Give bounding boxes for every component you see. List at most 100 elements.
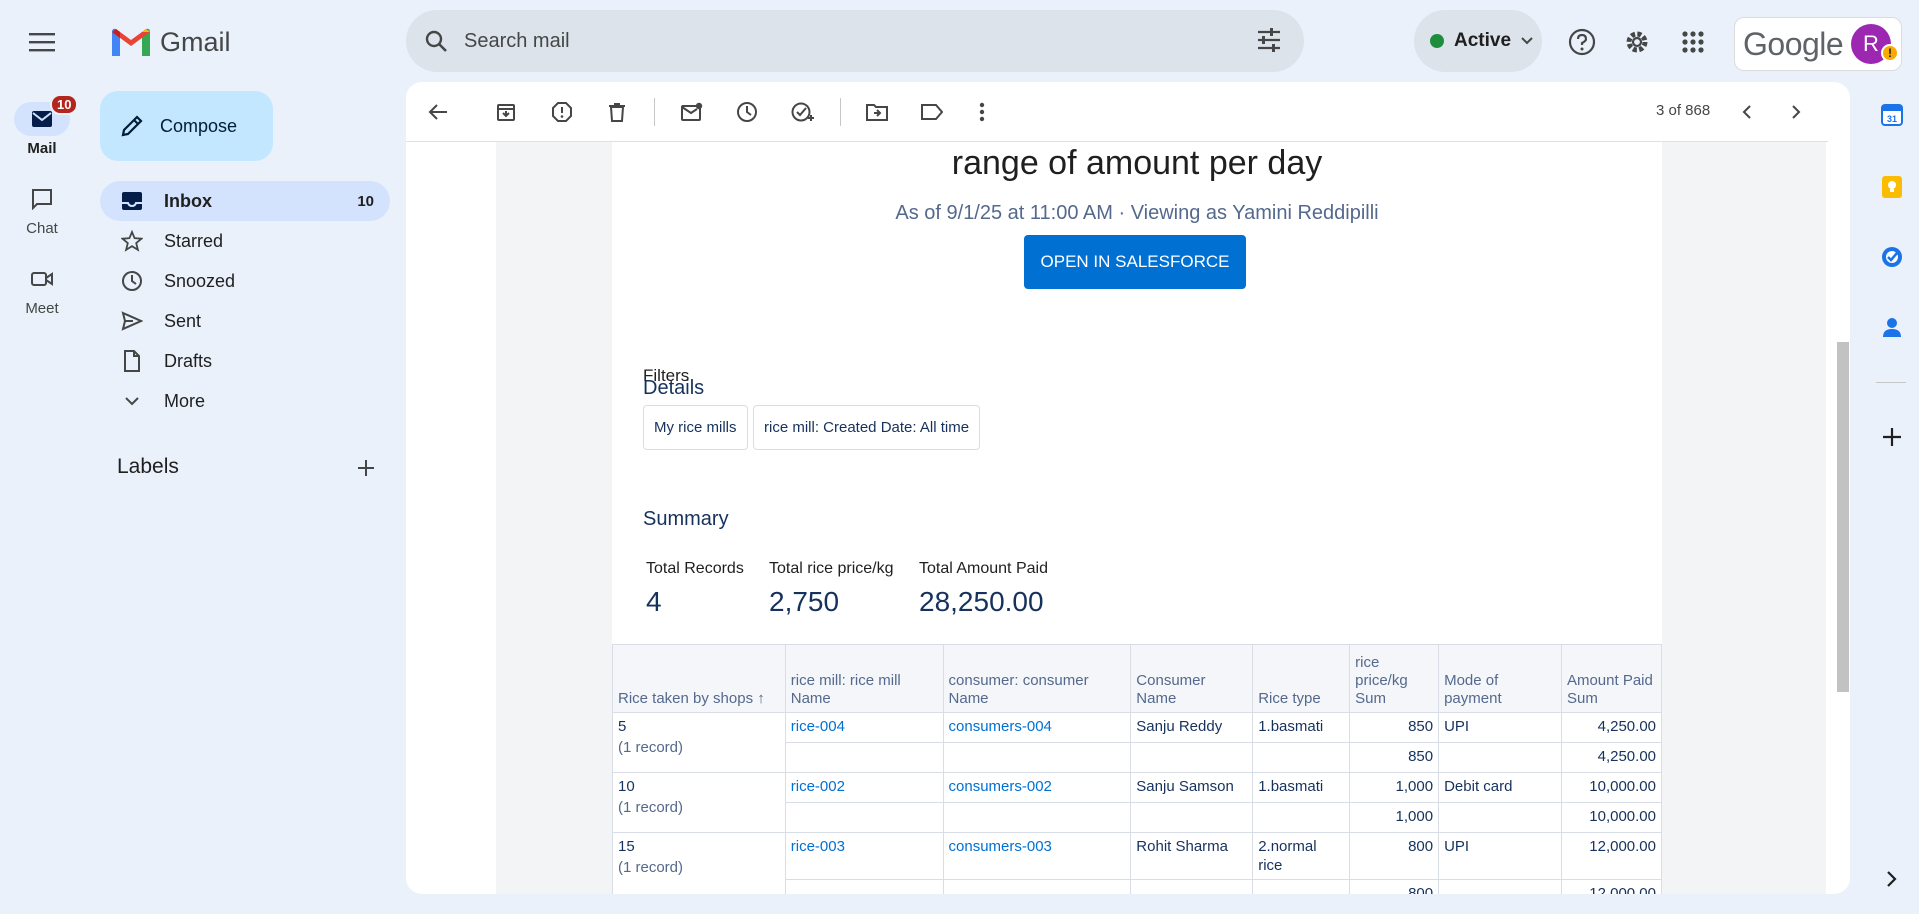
add-to-tasks-icon[interactable] xyxy=(787,96,819,128)
create-label-icon[interactable] xyxy=(352,454,380,487)
mill-link[interactable]: rice-002 xyxy=(791,778,845,795)
main-menu-icon[interactable] xyxy=(22,22,62,62)
nav-item-inbox[interactable]: Inbox 10 xyxy=(100,181,390,221)
subtotal-price-cell: 800 xyxy=(1349,879,1440,894)
newer-chevron-left-icon[interactable] xyxy=(1731,96,1763,128)
empty-cell xyxy=(942,742,1132,773)
inbox-icon xyxy=(120,191,144,211)
column-header[interactable]: Amount Paid Sum xyxy=(1560,644,1663,713)
amount-cell: 4,250.00 xyxy=(1560,712,1663,743)
column-header[interactable]: rice mill: rice mill Name xyxy=(784,644,944,713)
back-arrow-icon[interactable] xyxy=(422,96,454,128)
contacts-icon[interactable] xyxy=(1879,314,1905,340)
archive-icon[interactable] xyxy=(490,96,522,128)
column-header[interactable]: Consumer Name xyxy=(1130,644,1254,713)
empty-cell xyxy=(1130,742,1254,773)
google-wordmark: Google xyxy=(1743,25,1844,62)
rail-label-meet: Meet xyxy=(25,300,59,317)
consumer-name-cell: Sanju Samson xyxy=(1130,772,1254,803)
nav-item-sent[interactable]: Sent xyxy=(100,301,390,341)
column-header[interactable]: rice price/kg Sum xyxy=(1349,644,1440,713)
mill-link[interactable]: rice-004 xyxy=(791,718,845,735)
search-bar[interactable]: Search mail xyxy=(406,10,1304,72)
video-camera-icon xyxy=(31,272,53,286)
snooze-clock-icon[interactable] xyxy=(731,96,763,128)
rice-type-cell: 1.basmati xyxy=(1252,772,1351,803)
rail-item-chat[interactable]: Chat xyxy=(0,182,84,237)
consumer-link[interactable]: consumers-002 xyxy=(949,778,1052,795)
move-to-folder-icon[interactable] xyxy=(861,96,893,128)
help-icon[interactable] xyxy=(1562,22,1602,62)
search-icon[interactable] xyxy=(422,27,450,55)
price-cell: 850 xyxy=(1349,712,1440,743)
status-selector[interactable]: Active xyxy=(1414,10,1542,72)
rail-item-meet[interactable]: Meet xyxy=(0,262,84,317)
scrollbar-thumb[interactable] xyxy=(1837,342,1849,692)
draft-icon xyxy=(120,350,144,372)
empty-cell xyxy=(1130,802,1254,833)
account-switcher[interactable]: Google R ! xyxy=(1734,17,1902,71)
search-options-icon[interactable] xyxy=(1256,27,1282,58)
rail-item-mail[interactable]: 10 Mail xyxy=(0,94,84,157)
settings-gear-icon[interactable] xyxy=(1617,22,1657,62)
nav-item-drafts[interactable]: Drafts xyxy=(100,341,390,381)
summary-label: Total Amount Paid xyxy=(919,560,1048,577)
empty-cell xyxy=(1252,802,1351,833)
delete-trash-icon[interactable] xyxy=(601,96,633,128)
nav-label-starred: Starred xyxy=(164,230,224,251)
open-in-salesforce-button[interactable]: OPEN IN SALESFORCE xyxy=(1024,235,1246,289)
price-cell: 800 xyxy=(1349,832,1440,880)
report-spam-icon[interactable] xyxy=(546,96,578,128)
table-row: 15 (1 record) rice-003 consumers-003 Rohi… xyxy=(612,832,1663,894)
empty-cell xyxy=(1438,742,1562,773)
summary-total-amount: Total Amount Paid 28,250.00 xyxy=(919,560,1048,618)
label-tag-icon[interactable] xyxy=(916,96,948,128)
nav-label-snoozed: Snoozed xyxy=(164,270,236,291)
summary-value: 4 xyxy=(646,586,662,617)
consumer-name-cell: Rohit Sharma xyxy=(1130,832,1254,880)
pagination-count: 3 of 868 xyxy=(1656,102,1711,119)
nav-item-snoozed[interactable]: Snoozed xyxy=(100,261,390,301)
apps-grid-icon[interactable] xyxy=(1673,22,1713,62)
table-row: 5 (1 record) rice-004 consumers-004 Sanju… xyxy=(612,712,1663,773)
expand-panel-icon[interactable] xyxy=(1879,866,1905,892)
summary-value: 28,250.00 xyxy=(919,586,1044,617)
group-cell: 5 (1 record) xyxy=(612,712,786,773)
older-chevron-right-icon[interactable] xyxy=(1780,96,1812,128)
mark-unread-icon[interactable] xyxy=(676,96,708,128)
group-record-count: (1 record) xyxy=(618,799,684,816)
calendar-icon[interactable]: 31 xyxy=(1879,102,1905,128)
nav-item-starred[interactable]: Starred xyxy=(100,221,390,261)
subtotal-price-cell: 1,000 xyxy=(1349,802,1440,833)
rail-meet-pill[interactable] xyxy=(14,262,70,296)
mill-link[interactable]: rice-003 xyxy=(791,838,845,855)
keep-icon[interactable] xyxy=(1879,174,1905,200)
more-options-icon[interactable] xyxy=(966,96,998,128)
compose-button[interactable]: Compose xyxy=(100,91,273,161)
column-header[interactable]: Rice type xyxy=(1252,644,1351,713)
tasks-icon[interactable] xyxy=(1879,244,1905,270)
summary-total-price: Total rice price/kg 2,750 xyxy=(769,560,894,618)
mode-cell: UPI xyxy=(1438,712,1562,743)
rice-type-cell: 1.basmati xyxy=(1252,712,1351,743)
nav-item-more[interactable]: More xyxy=(100,381,390,421)
gmail-logo[interactable]: Gmail xyxy=(110,22,231,62)
rail-chat-pill[interactable] xyxy=(14,182,70,216)
column-header[interactable]: Rice taken by shops ↑ xyxy=(612,644,786,713)
svg-text:31: 31 xyxy=(1887,114,1897,124)
mill-cell: rice-004 xyxy=(784,712,944,743)
column-header[interactable]: consumer: consumer Name xyxy=(942,644,1132,713)
consumer-link[interactable]: consumers-004 xyxy=(949,718,1052,735)
amount-cell: 12,000.00 xyxy=(1560,832,1663,880)
column-header[interactable]: Mode of payment xyxy=(1438,644,1562,713)
empty-cell xyxy=(784,879,944,894)
empty-cell xyxy=(1130,879,1254,894)
add-icon[interactable] xyxy=(1879,424,1905,450)
group-value: 15 xyxy=(618,838,635,855)
top-bar: Gmail Search mail Active Google R ! xyxy=(0,0,1919,82)
summary-value: 2,750 xyxy=(769,586,840,617)
star-icon xyxy=(120,230,144,252)
consumer-link[interactable]: consumers-003 xyxy=(949,838,1052,855)
search-input[interactable]: Search mail xyxy=(464,30,570,53)
rail-mail-pill[interactable]: 10 xyxy=(14,94,79,136)
